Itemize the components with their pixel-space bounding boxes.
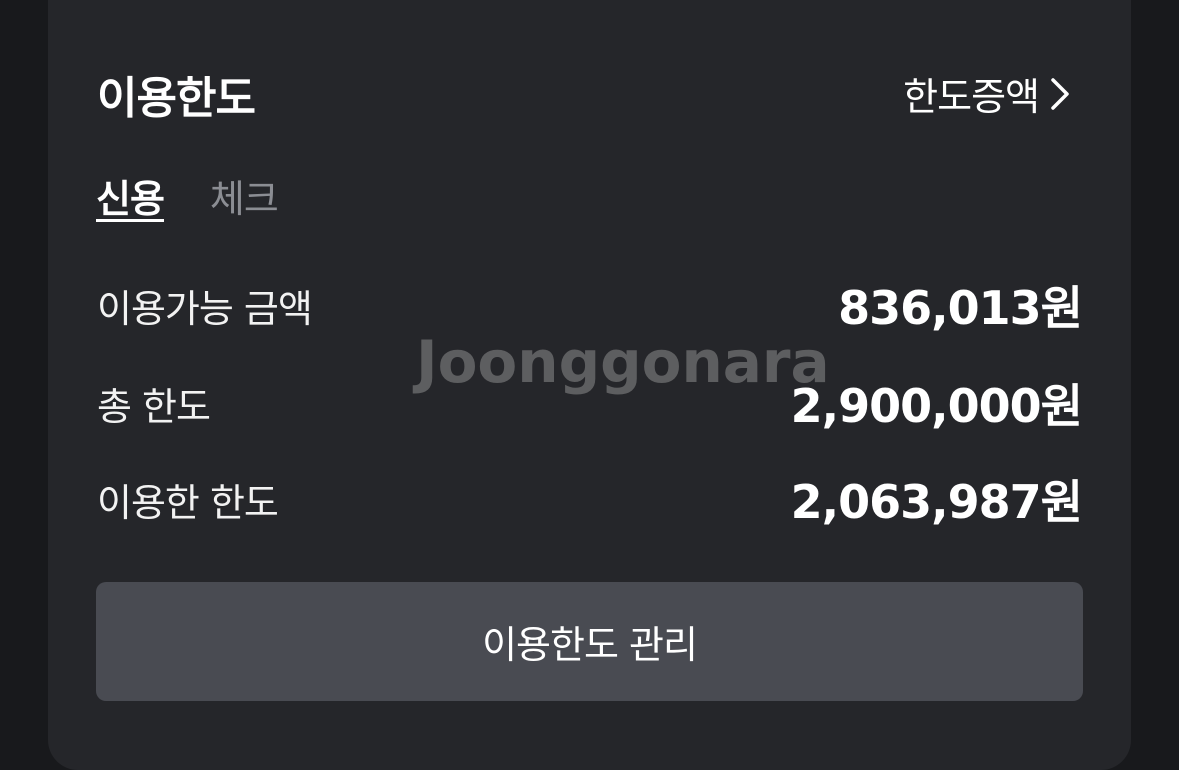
chevron-right-icon [1049, 76, 1071, 112]
used-limit-label: 이용한 한도 [97, 480, 279, 525]
manage-limit-button[interactable]: 이용한도 관리 [96, 582, 1083, 701]
tab-check[interactable]: 체크 [210, 168, 279, 222]
limit-increase-label: 한도증액 [903, 75, 1040, 119]
tab-credit[interactable]: 신용 [96, 168, 165, 222]
card-type-tabs: 신용 체크 [96, 168, 279, 222]
available-amount-label: 이용가능 금액 [97, 286, 313, 331]
watermark: Joonggonara [416, 328, 830, 396]
total-limit-label: 총 한도 [97, 384, 211, 429]
card-title: 이용한도 [97, 73, 256, 124]
limit-increase-link[interactable]: 한도증액 [903, 66, 1071, 121]
used-limit-row: 이용한 한도 2,063,987원 [97, 466, 1083, 532]
available-amount-value: 836,013원 [838, 281, 1083, 335]
total-limit-value: 2,900,000원 [790, 379, 1083, 433]
used-limit-value: 2,063,987원 [790, 475, 1083, 529]
